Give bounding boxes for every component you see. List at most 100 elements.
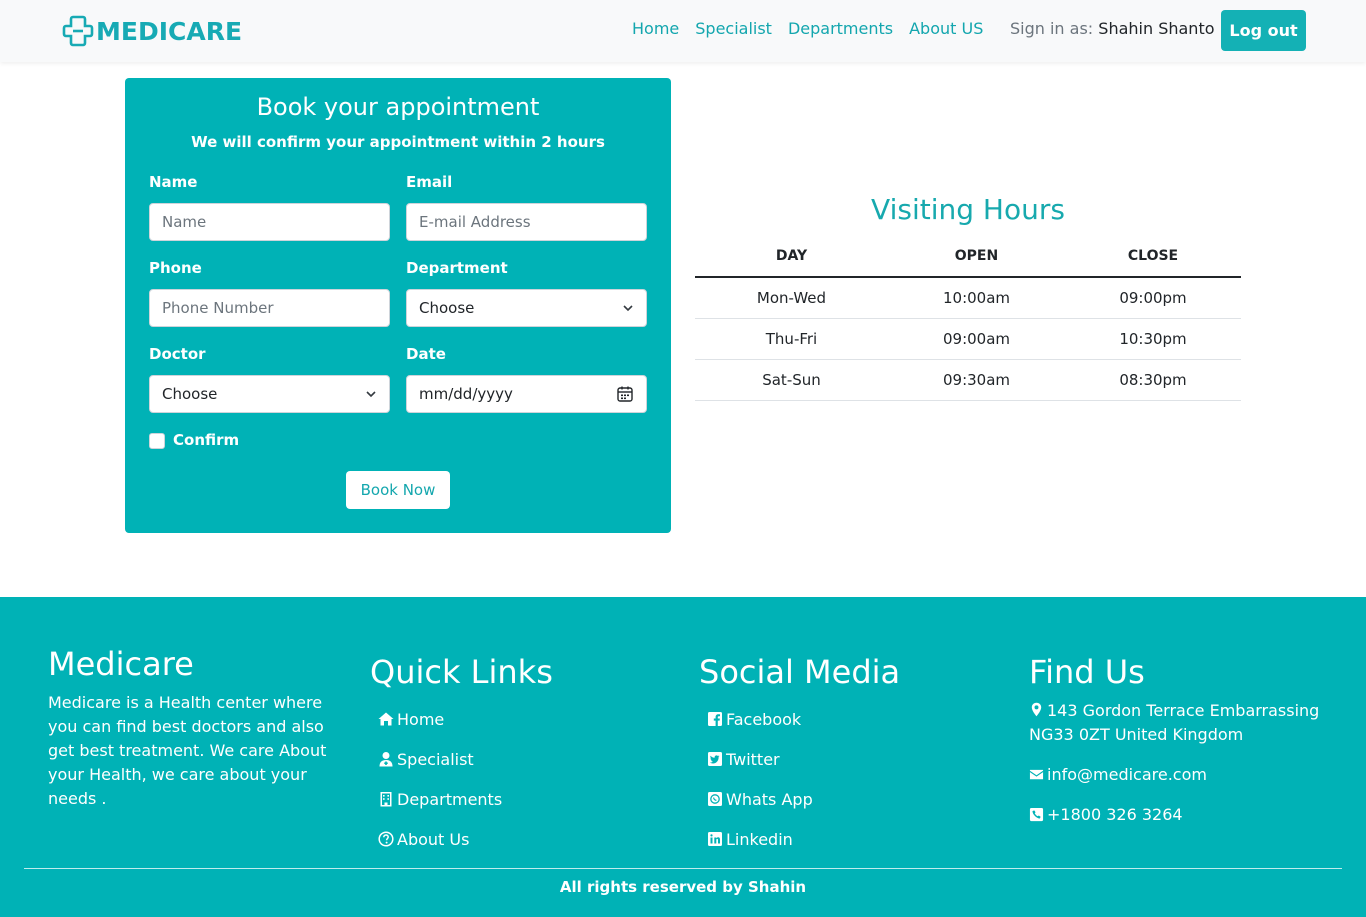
column-header-open: OPEN bbox=[888, 235, 1065, 278]
social-link-label: Whats App bbox=[726, 789, 813, 809]
social-links-list: Facebook Twitter Whats App Linkedin bbox=[707, 699, 813, 859]
social-link-label: Facebook bbox=[726, 709, 802, 729]
quick-link-home[interactable]: Home bbox=[378, 699, 502, 739]
footer-email[interactable]: info@medicare.com bbox=[1029, 765, 1207, 784]
table-header-row: DAY OPEN CLOSE bbox=[695, 235, 1241, 278]
social-link-facebook[interactable]: Facebook bbox=[707, 699, 813, 739]
address-text: 143 Gordon Terrace Embarrassing NG33 0ZT… bbox=[1029, 701, 1320, 744]
name-label: Name bbox=[149, 173, 198, 191]
chevron-down-icon bbox=[366, 391, 376, 398]
confirm-label[interactable]: Confirm bbox=[173, 431, 239, 449]
quick-link-specialist[interactable]: Specialist bbox=[378, 739, 502, 779]
twitter-icon bbox=[708, 752, 722, 766]
phone-text: +1800 326 3264 bbox=[1047, 805, 1183, 824]
brand-name: MEDICARE bbox=[96, 16, 243, 46]
user-doctor-icon bbox=[379, 752, 393, 767]
linkedin-icon bbox=[708, 832, 722, 846]
signed-in-status: Sign in as: Shahin Shanto bbox=[1010, 19, 1215, 38]
footer-address: 143 Gordon Terrace Embarrassing NG33 0ZT… bbox=[1029, 699, 1329, 747]
quick-link-label: Home bbox=[397, 709, 445, 729]
social-link-linkedin[interactable]: Linkedin bbox=[707, 819, 813, 859]
table-row: Thu-Fri 09:00am 10:30pm bbox=[695, 318, 1241, 360]
cell-close: 09:00pm bbox=[1065, 277, 1241, 319]
footer-about-text: Medicare is a Health center where you ca… bbox=[48, 693, 327, 808]
cell-day: Mon-Wed bbox=[695, 277, 888, 319]
name-input[interactable]: Name bbox=[149, 203, 390, 241]
map-marker-icon bbox=[1031, 702, 1042, 717]
question-circle-icon bbox=[378, 831, 394, 847]
social-link-twitter[interactable]: Twitter bbox=[707, 739, 813, 779]
quick-link-label: Specialist bbox=[397, 749, 474, 769]
quick-link-label: About Us bbox=[397, 829, 470, 849]
user-name: Shahin Shanto bbox=[1098, 19, 1215, 38]
doctor-select[interactable]: Choose bbox=[149, 375, 390, 413]
column-header-day: DAY bbox=[695, 235, 888, 278]
footer-phone[interactable]: +1800 326 3264 bbox=[1029, 805, 1183, 824]
nav-link-specialist[interactable]: Specialist bbox=[695, 19, 772, 38]
visiting-hours-table: DAY OPEN CLOSE Mon-Wed 10:00am 09:00pm T… bbox=[695, 235, 1241, 401]
footer-brand: Medicare bbox=[48, 645, 194, 683]
name-placeholder: Name bbox=[162, 213, 207, 231]
doctor-label: Doctor bbox=[149, 345, 206, 363]
table-row: Mon-Wed 10:00am 09:00pm bbox=[695, 277, 1241, 319]
social-link-label: Linkedin bbox=[726, 829, 793, 849]
department-select[interactable]: Choose bbox=[406, 289, 647, 327]
appointment-form: Book your appointment We will confirm yo… bbox=[125, 78, 671, 533]
find-us-title: Find Us bbox=[1029, 653, 1145, 691]
home-icon bbox=[378, 712, 394, 726]
date-placeholder: mm/dd/yyyy bbox=[419, 385, 513, 403]
envelope-icon bbox=[1029, 769, 1044, 780]
email-placeholder: E-mail Address bbox=[419, 213, 531, 231]
email-label: Email bbox=[406, 173, 453, 191]
footer-divider bbox=[24, 868, 1342, 869]
medical-cross-icon bbox=[62, 15, 94, 47]
doctor-selected: Choose bbox=[162, 385, 218, 403]
cell-open: 10:00am bbox=[888, 277, 1065, 319]
cell-day: Sat-Sun bbox=[695, 359, 888, 401]
form-subtitle: We will confirm your appointment within … bbox=[191, 133, 605, 151]
quick-links-title: Quick Links bbox=[370, 653, 553, 691]
nav-link-about[interactable]: About US bbox=[909, 19, 983, 38]
cell-close: 08:30pm bbox=[1065, 359, 1241, 401]
quick-link-label: Departments bbox=[397, 789, 503, 809]
whatsapp-icon bbox=[708, 792, 722, 806]
chevron-down-icon bbox=[623, 305, 633, 312]
phone-input[interactable]: Phone Number bbox=[149, 289, 390, 327]
book-now-button[interactable]: Book Now bbox=[346, 471, 450, 509]
cell-day: Thu-Fri bbox=[695, 318, 888, 360]
top-navbar: MEDICARE Home Specialist Departments Abo… bbox=[0, 0, 1366, 62]
form-title: Book your appointment bbox=[256, 93, 540, 121]
copyright-text: All rights reserved by Shahin bbox=[559, 878, 807, 896]
quick-link-departments[interactable]: Departments bbox=[378, 779, 502, 819]
social-media-title: Social Media bbox=[699, 653, 901, 691]
site-footer: Medicare Medicare is a Health center whe… bbox=[0, 597, 1366, 917]
brand-logo[interactable]: MEDICARE bbox=[61, 14, 242, 48]
social-link-whatsapp[interactable]: Whats App bbox=[707, 779, 813, 819]
cell-close: 10:30pm bbox=[1065, 318, 1241, 360]
phone-label: Phone bbox=[149, 259, 202, 277]
column-header-close: CLOSE bbox=[1065, 235, 1241, 278]
logout-button[interactable]: Log out bbox=[1221, 10, 1306, 51]
social-link-label: Twitter bbox=[726, 749, 780, 769]
email-input[interactable]: E-mail Address bbox=[406, 203, 647, 241]
cell-open: 09:00am bbox=[888, 318, 1065, 360]
department-selected: Choose bbox=[419, 299, 475, 317]
phone-icon bbox=[1029, 807, 1044, 822]
quick-links-list: Home Specialist Departments About Us bbox=[378, 699, 502, 859]
date-input[interactable]: mm/dd/yyyy bbox=[406, 375, 647, 413]
nav-link-departments[interactable]: Departments bbox=[788, 19, 893, 38]
confirm-checkbox[interactable] bbox=[149, 433, 165, 449]
nav-link-home[interactable]: Home bbox=[632, 19, 679, 38]
phone-placeholder: Phone Number bbox=[162, 299, 274, 317]
cell-open: 09:30am bbox=[888, 359, 1065, 401]
building-icon bbox=[380, 792, 392, 807]
department-label: Department bbox=[406, 259, 508, 277]
signin-prefix: Sign in as: bbox=[1010, 19, 1094, 38]
visiting-hours-title: Visiting Hours bbox=[871, 193, 1065, 226]
date-label: Date bbox=[406, 345, 446, 363]
facebook-icon bbox=[708, 712, 722, 726]
main-nav: Home Specialist Departments About US bbox=[632, 19, 999, 38]
quick-link-about[interactable]: About Us bbox=[378, 819, 502, 859]
table-row: Sat-Sun 09:30am 08:30pm bbox=[695, 359, 1241, 401]
calendar-icon[interactable] bbox=[616, 385, 634, 403]
